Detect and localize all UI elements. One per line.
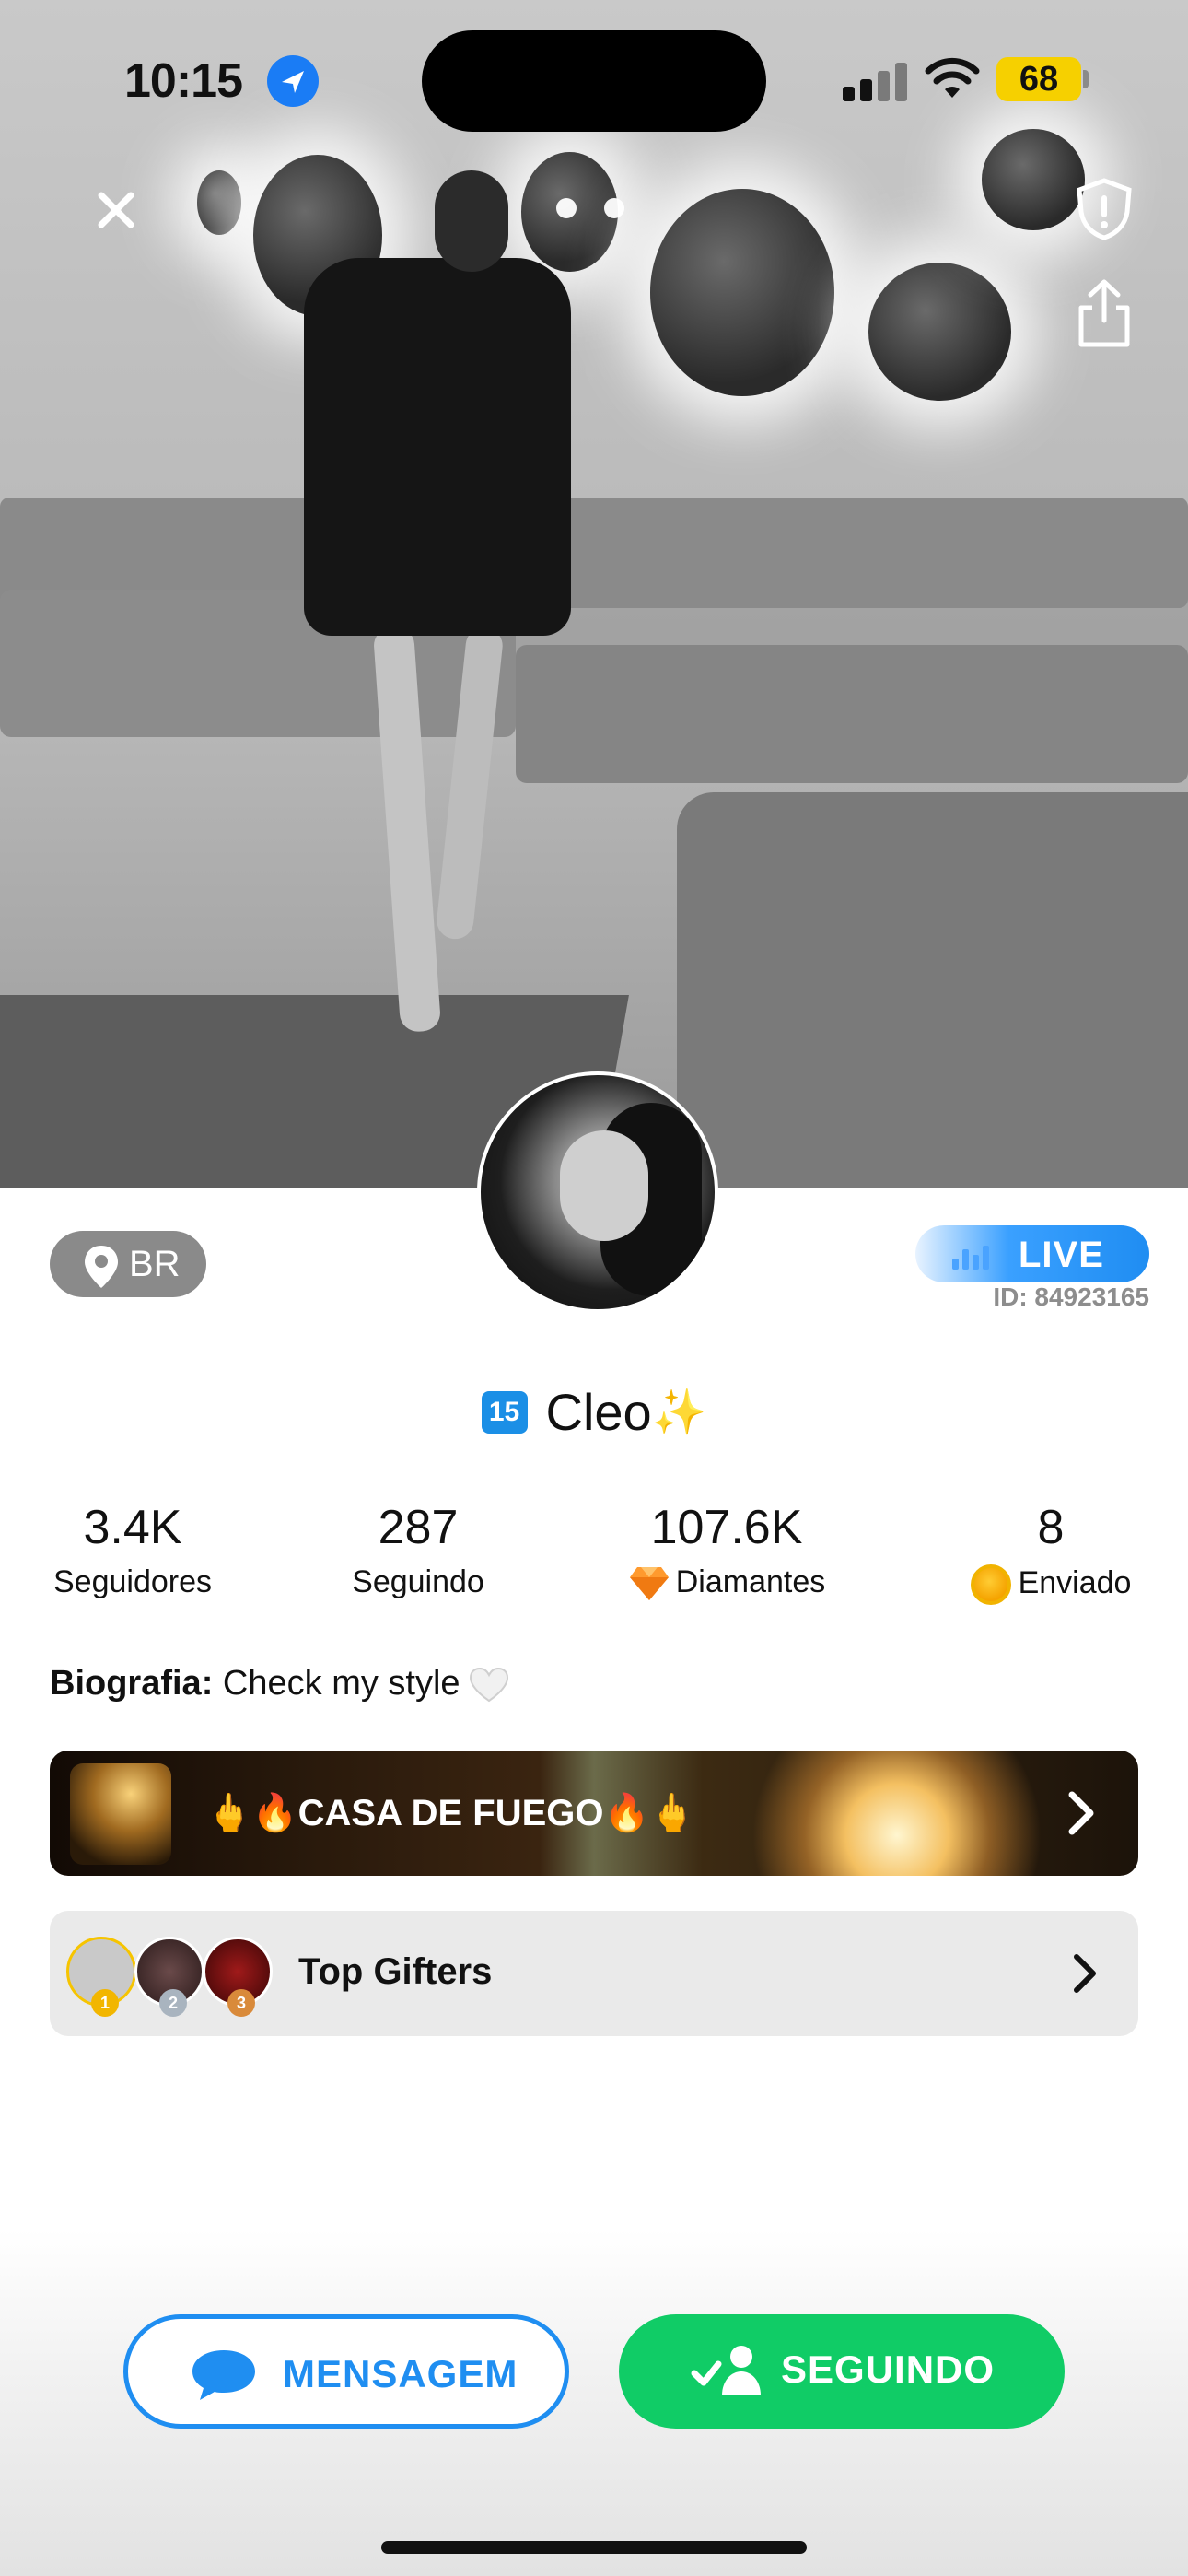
- stat-value: 287: [378, 1501, 459, 1554]
- wall-orb: [868, 263, 1011, 401]
- following-button[interactable]: SEGUINDO: [619, 2314, 1065, 2429]
- stat-followers[interactable]: 3.4K Seguidores: [50, 1500, 215, 1600]
- stat-label-row: Diamantes: [611, 1564, 842, 1602]
- location-country: BR: [129, 1244, 181, 1284]
- stat-value: 3.4K: [83, 1501, 182, 1554]
- sparkles-emoji: ✨: [651, 1388, 707, 1437]
- stat-label: Enviado: [1018, 1564, 1132, 1600]
- white-heart-icon: [469, 1667, 508, 1703]
- top-gifters-label: Top Gifters: [298, 1951, 493, 1992]
- gold-medal-icon: 1: [91, 1989, 119, 2017]
- chevron-right-icon: [1068, 1791, 1094, 1835]
- report-shield-icon[interactable]: [1074, 177, 1135, 241]
- stat-diamonds[interactable]: 107.6K Diamantes: [611, 1500, 842, 1602]
- level-badge: 15: [481, 1390, 528, 1434]
- following-button-label: SEGUINDO: [781, 2348, 996, 2391]
- chevron-right-icon: [1074, 1954, 1096, 1993]
- wall-orb: [982, 129, 1085, 230]
- wall-orb: [650, 189, 834, 396]
- silver-medal-icon: 2: [159, 1989, 187, 2017]
- stat-value: 107.6K: [650, 1501, 803, 1554]
- photo-page-indicator: [556, 198, 652, 223]
- live-label: LIVE: [1019, 1235, 1104, 1275]
- person-figure: [435, 170, 508, 272]
- gifter-avatar[interactable]: 2: [134, 1937, 204, 2017]
- status-time: 10:15: [124, 54, 243, 108]
- diamond-icon: [629, 1567, 669, 1601]
- stat-label: Seguindo: [352, 1564, 484, 1599]
- battery-icon: 68: [996, 57, 1081, 101]
- location-pin-icon: [85, 1246, 118, 1288]
- gifter-avatar[interactable]: 3: [203, 1937, 273, 2017]
- fireworks-image: [731, 1751, 1063, 1876]
- stat-value: 8: [1037, 1501, 1065, 1554]
- live-badge[interactable]: LIVE: [915, 1225, 1149, 1282]
- bio-text: Check my style: [222, 1664, 460, 1703]
- user-check-icon: [691, 2346, 761, 2395]
- stat-label-row: Enviado: [954, 1564, 1147, 1605]
- top-gifters-row[interactable]: 1 2 3 Top Gifters: [50, 1911, 1138, 2036]
- profile-cover-photo: [0, 0, 1188, 1188]
- person-figure: [304, 258, 571, 636]
- message-button[interactable]: MENSAGEM: [123, 2314, 569, 2429]
- bio-label: Biografia:: [50, 1664, 214, 1703]
- live-bars-icon: [952, 1242, 993, 1270]
- wall-orb: [197, 170, 241, 235]
- profile-name-row: 15 Cleo✨: [0, 1382, 1188, 1442]
- gifter-avatar[interactable]: 1: [66, 1937, 136, 2017]
- family-title: 🖕🔥CASA DE FUEGO🔥🖕: [206, 1793, 696, 1833]
- family-logo: [70, 1763, 171, 1865]
- stat-following[interactable]: 287 Seguindo: [335, 1500, 501, 1600]
- bronze-medal-icon: 3: [227, 1989, 255, 2017]
- message-button-label: MENSAGEM: [283, 2352, 518, 2395]
- location-chip: BR: [50, 1231, 206, 1297]
- profile-name: Cleo: [545, 1383, 652, 1441]
- home-indicator: [381, 2541, 807, 2554]
- share-icon[interactable]: [1074, 276, 1135, 350]
- stat-label: Seguidores: [52, 1564, 212, 1599]
- location-arrow-icon: [267, 55, 319, 107]
- sofa: [516, 645, 1188, 783]
- biography: Biografia: Check my style: [50, 1664, 510, 1704]
- profile-avatar[interactable]: [477, 1071, 718, 1313]
- family-banner[interactable]: 🖕🔥CASA DE FUEGO🔥🖕: [50, 1751, 1138, 1876]
- chat-bubble-icon: [192, 2350, 255, 2400]
- sofa: [677, 792, 1188, 1188]
- stat-label: Diamantes: [675, 1564, 826, 1599]
- battery-tip: [1083, 70, 1089, 88]
- dynamic-island: [422, 30, 766, 132]
- stat-sent[interactable]: 8 Enviado: [954, 1500, 1147, 1605]
- wifi-icon: [924, 55, 981, 101]
- coin-icon: [970, 1564, 1011, 1605]
- avatar-face: [560, 1130, 648, 1241]
- cellular-signal-icon: [843, 61, 907, 101]
- battery-level: 68: [1019, 60, 1059, 99]
- user-id: ID: 84923165: [993, 1282, 1149, 1311]
- close-icon[interactable]: [88, 182, 144, 238]
